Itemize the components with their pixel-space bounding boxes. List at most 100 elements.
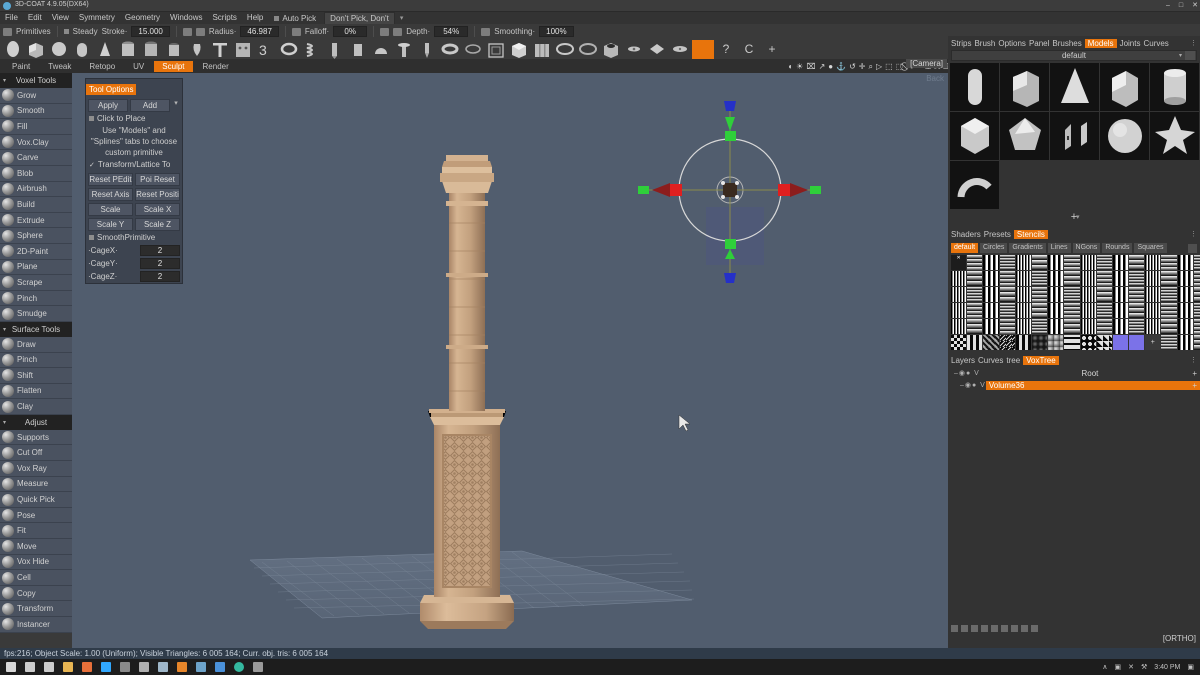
zoom-icon[interactable]: ⌕ — [868, 62, 872, 71]
stencil-thumb[interactable] — [1032, 335, 1047, 350]
stencil-thumb[interactable] — [983, 335, 998, 350]
primitive-ring-thin-icon[interactable] — [462, 40, 484, 59]
tool-flatten[interactable]: Flatten — [0, 384, 72, 400]
chevron-down-icon[interactable]: ▾ — [3, 419, 6, 426]
click-to-place-row[interactable]: Click to Place — [86, 112, 182, 125]
model-hexprism-thumb[interactable] — [950, 112, 999, 160]
app3-icon[interactable] — [196, 662, 206, 672]
stencil-thumb[interactable] — [1000, 287, 1015, 302]
stencil-thumb[interactable] — [1000, 335, 1015, 350]
link-icon[interactable] — [1031, 625, 1038, 632]
model-plane-pair-thumb[interactable] — [1050, 112, 1099, 160]
stencil-thumb[interactable] — [1097, 303, 1112, 318]
envmap-icon[interactable]: ⌧ — [806, 62, 815, 71]
primitive-box-solid-icon[interactable] — [508, 40, 530, 59]
stencil-thumb[interactable] — [951, 271, 966, 286]
stencil-thumb[interactable] — [1097, 271, 1112, 286]
transform-lattice-checkbox[interactable]: ✓ — [89, 161, 95, 169]
primitive-vase-icon[interactable] — [186, 40, 208, 59]
primitive-torus-twist-icon[interactable] — [278, 40, 300, 59]
stencil-thumb[interactable] — [1097, 287, 1112, 302]
stencil-thumb[interactable] — [1129, 303, 1144, 318]
tool-group-adjust[interactable]: ▾Adjust — [0, 415, 72, 430]
tab-presets[interactable]: Presets — [984, 230, 1011, 239]
preset-selector[interactable]: default ▾ — [951, 50, 1197, 61]
tool-transform[interactable]: Transform — [0, 601, 72, 617]
tool-pinch[interactable]: Pinch — [0, 291, 72, 307]
explorer-icon[interactable] — [63, 662, 73, 672]
scale-x-button[interactable]: Scale X — [135, 203, 180, 216]
stencil-thumb[interactable] — [983, 255, 998, 270]
stencil-thumb[interactable] — [1048, 255, 1063, 270]
stencil-filter-lines[interactable]: Lines — [1048, 243, 1071, 253]
menu-item-edit[interactable]: Edit — [23, 12, 47, 24]
stencil-thumb[interactable] — [1161, 319, 1176, 334]
primitive-t-shape-icon[interactable] — [209, 40, 231, 59]
reset-axis-button[interactable]: Reset Axis — [88, 188, 133, 201]
tool-group-surface-tools[interactable]: ▾Surface Tools — [0, 322, 72, 337]
steady-checkbox[interactable] — [64, 29, 69, 34]
stencil-thumb[interactable] — [1178, 303, 1193, 318]
stencil-thumb[interactable] — [1129, 335, 1144, 350]
stencil-thumb[interactable] — [1016, 303, 1031, 318]
stencil-thumb[interactable] — [1129, 271, 1144, 286]
maximize-button[interactable]: □ — [1179, 1, 1183, 10]
primitive-box-cut-icon[interactable] — [692, 40, 714, 59]
stencil-add-button[interactable]: + — [1145, 335, 1160, 350]
stencil-thumb[interactable] — [1064, 287, 1079, 302]
tool-measure[interactable]: Measure — [0, 477, 72, 493]
droplet-icon[interactable]: ● — [828, 62, 833, 71]
stencil-thumb[interactable] — [1097, 319, 1112, 334]
model-capsule-thumb[interactable] — [950, 63, 999, 111]
layer-add-button[interactable]: + — [1192, 381, 1197, 390]
stroke-value[interactable]: 15.000 — [131, 26, 169, 37]
field-value[interactable]: 2 — [140, 258, 180, 269]
scale-button[interactable]: Scale — [88, 203, 133, 216]
stencil-thumb[interactable] — [1016, 287, 1031, 302]
blender-icon[interactable] — [177, 662, 187, 672]
stencil-thumb[interactable] — [1000, 271, 1015, 286]
primitive-face-plate-icon[interactable] — [232, 40, 254, 59]
tool-vox-hide[interactable]: Vox Hide — [0, 555, 72, 571]
photoshop-icon[interactable] — [101, 662, 111, 672]
tab-stencils[interactable]: Stencils — [1014, 230, 1048, 239]
layer-visibility-toggles[interactable]: –◉● V — [960, 381, 986, 389]
stencil-thumb[interactable] — [1032, 287, 1047, 302]
tray-icon[interactable]: ⚒ — [1141, 663, 1147, 671]
tool-clay[interactable]: Clay — [0, 399, 72, 415]
close-button[interactable]: ✕ — [1192, 1, 1198, 10]
tab-curves[interactable]: Curves — [978, 356, 1003, 365]
tool-instancer[interactable]: Instancer — [0, 617, 72, 633]
chevron-down-icon[interactable]: ▾ — [400, 14, 404, 22]
radius-value[interactable]: 46.987 — [240, 26, 278, 37]
viewport-3d[interactable]: Back — [72, 73, 948, 648]
stencil-thumb[interactable] — [1145, 319, 1160, 334]
stencil-thumb[interactable] — [1194, 319, 1200, 334]
primitive-screw-icon[interactable] — [324, 40, 346, 59]
stencil-thumb[interactable] — [967, 287, 982, 302]
primitive-diamond-icon[interactable] — [646, 40, 668, 59]
tool-extrude[interactable]: Extrude — [0, 213, 72, 229]
stencil-thumb[interactable] — [1129, 287, 1144, 302]
dot-icon[interactable] — [981, 625, 988, 632]
transform-lattice-row[interactable]: ✓ Transform/Lattice To — [86, 158, 182, 171]
stencil-thumb[interactable] — [1064, 271, 1079, 286]
voxtree-row[interactable]: –◉● VRoot+ — [948, 367, 1200, 379]
primitive-tube-icon[interactable] — [117, 40, 139, 59]
field-value[interactable]: 2 — [140, 271, 180, 282]
stencil-thumb[interactable] — [951, 319, 966, 334]
stencil-thumb[interactable] — [967, 335, 982, 350]
primitive-nail-icon[interactable] — [393, 40, 415, 59]
room-tab-uv[interactable]: UV — [125, 61, 152, 72]
stencil-thumb[interactable] — [951, 287, 966, 302]
primitive-spike-icon[interactable] — [416, 40, 438, 59]
stencil-thumb[interactable] — [1129, 255, 1144, 270]
smooth-primitive-row[interactable]: SmoothPrimitive — [86, 231, 182, 244]
move-icon[interactable]: ✛ — [859, 62, 866, 71]
stencil-filter-ngons[interactable]: NGons — [1073, 243, 1101, 253]
stencil-thumb[interactable] — [1048, 319, 1063, 334]
chevron-down-icon[interactable]: ▾ — [1076, 213, 1080, 221]
model-icosahedron-thumb[interactable] — [1000, 112, 1049, 160]
primitive-three-shape-icon[interactable]: 3 — [255, 40, 277, 59]
menu-item-help[interactable]: Help — [242, 12, 268, 24]
